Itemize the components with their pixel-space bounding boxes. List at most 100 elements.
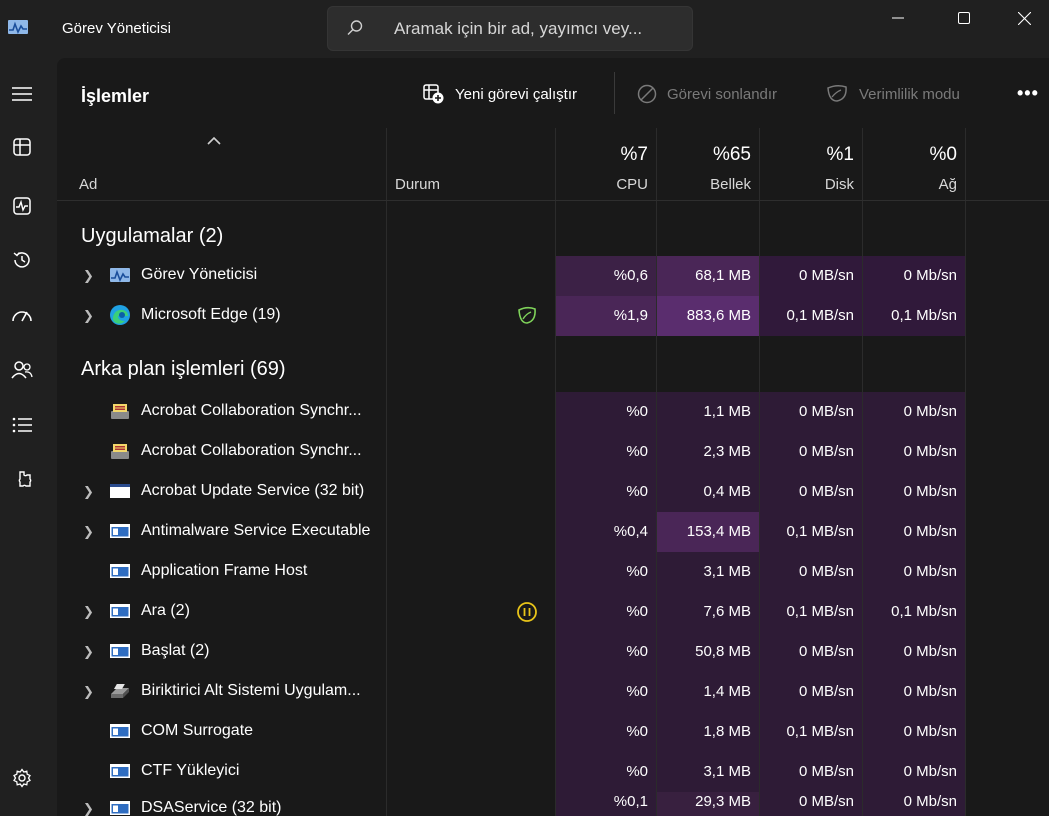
memory-value: 2,3 MB [703,443,751,460]
network-value: 0 Mb/sn [903,563,957,580]
process-name: Ara (2) [141,602,190,619]
more-options-button[interactable]: ••• [1017,83,1039,104]
memory-value: 68,1 MB [695,267,751,284]
app-window-icon [110,764,130,778]
expand-chevron-icon[interactable]: ❯ [83,524,94,540]
task-manager-icon [110,268,130,282]
printer-icon [111,684,129,698]
network-value: 0 Mb/sn [903,643,957,660]
navigation-pane [0,58,57,816]
memory-value: 29,3 MB [695,793,751,810]
users-icon [11,361,33,379]
column-header-network[interactable]: Ağ [939,176,957,193]
minimize-icon [892,17,904,19]
table-row[interactable]: ❯ Acrobat Update Service (32 bit) %0 0,4… [57,472,1049,512]
memory-value: 1,1 MB [703,403,751,420]
table-row[interactable]: COM Surrogate %0 1,8 MB 0,1 MB/sn 0 Mb/s… [57,712,1049,752]
process-name: Microsoft Edge (19) [141,306,281,323]
nav-processes[interactable] [8,133,36,161]
column-header-name[interactable]: Ad [79,176,97,193]
cpu-value: %0 [626,723,648,740]
performance-icon [13,197,31,215]
window-title: Görev Yöneticisi [62,20,171,37]
cpu-value: %0 [626,403,648,420]
page-title: İşlemler [81,86,150,106]
nav-users[interactable] [8,356,36,384]
expand-chevron-icon[interactable]: ❯ [83,268,94,284]
table-row[interactable]: ❯ Başlat (2) %0 50,8 MB 0 MB/sn 0 Mb/sn [57,632,1049,672]
expand-chevron-icon[interactable]: ❯ [83,484,94,500]
cpu-value: %1,9 [613,307,648,324]
table-row[interactable]: ❯ Microsoft Edge (19) %1,9 883,6 MB 0,1 … [57,296,1049,336]
table-row[interactable]: Acrobat Collaboration Synchr... %0 1,1 M… [57,392,1049,432]
end-task-button[interactable]: Görevi sonlandır [637,82,777,106]
table-row[interactable]: ❯ Antimalware Service Executable %0,4 15… [57,512,1049,552]
run-new-task-label: Yeni görevi çalıştır [455,85,578,103]
disk-value: 0 MB/sn [798,403,854,420]
disk-value: 0 MB/sn [798,443,854,460]
nav-details[interactable] [8,411,36,439]
search-icon [347,20,363,35]
table-row[interactable]: ❯ Ara (2) %0 7,6 MB 0,1 MB/sn 0,1 Mb/sn [57,592,1049,632]
column-header-cpu[interactable]: CPU [616,176,648,193]
close-button[interactable] [1000,0,1049,36]
maximize-button[interactable] [934,0,994,36]
nav-menu-button[interactable] [8,80,36,108]
app-window-icon [110,644,130,658]
table-row[interactable]: ❯ Görev Yöneticisi %0,6 68,1 MB 0 MB/sn … [57,256,1049,296]
sort-ascending-icon[interactable] [207,136,221,145]
maximize-icon [958,12,970,24]
process-name: Acrobat Collaboration Synchr... [141,402,362,419]
table-row[interactable]: Application Frame Host %0 3,1 MB 0 MB/sn… [57,552,1049,592]
search-box[interactable]: Aramak için bir ad, yayımcı vey... [327,6,693,51]
expand-chevron-icon[interactable]: ❯ [83,684,94,700]
app-window-icon [110,724,130,738]
cpu-value: %0 [626,683,648,700]
cpu-total: %7 [620,144,648,165]
efficiency-mode-button[interactable]: Verimlilik modu [825,82,960,106]
nav-performance[interactable] [8,192,36,220]
minimize-button[interactable] [868,0,928,36]
cpu-value: %0 [626,643,648,660]
efficiency-leaf-icon [518,306,536,324]
table-row[interactable]: ❯ DSAService (32 bit) %0,1 29,3 MB 0 MB/… [57,789,1049,816]
edge-icon [110,305,130,325]
expand-chevron-icon[interactable]: ❯ [83,308,94,324]
acrobat-sync-icon [111,444,129,459]
app-window-icon [110,604,130,618]
toolbar-divider [614,72,615,114]
memory-value: 1,8 MB [703,723,751,740]
expand-chevron-icon[interactable]: ❯ [83,604,94,620]
memory-value: 1,4 MB [703,683,751,700]
process-name: DSAService (32 bit) [141,799,282,816]
process-name: Acrobat Collaboration Synchr... [141,442,362,459]
memory-value: 153,4 MB [686,523,751,540]
expand-chevron-icon[interactable]: ❯ [83,644,94,660]
table-row[interactable]: Acrobat Collaboration Synchr... %0 2,3 M… [57,432,1049,472]
command-bar: İşlemler Yeni görevi çalıştır Görevi son… [57,58,1049,128]
process-name: COM Surrogate [141,722,254,739]
column-header-memory[interactable]: Bellek [710,176,751,193]
disk-value: 0,1 MB/sn [786,307,854,324]
nav-startup-apps[interactable] [8,301,36,329]
network-value: 0 Mb/sn [903,683,957,700]
table-row[interactable]: ❯ Biriktirici Alt Sistemi Uygulam... %0 … [57,672,1049,712]
disk-value: 0 MB/sn [798,683,854,700]
expand-chevron-icon[interactable]: ❯ [83,801,94,816]
process-name: Acrobat Update Service (32 bit) [141,482,365,499]
process-name: Antimalware Service Executable [141,522,371,539]
nav-settings[interactable] [8,764,36,792]
search-input[interactable]: Aramak için bir ad, yayımcı vey... [394,19,642,39]
memory-value: 0,4 MB [703,483,751,500]
group-header-apps[interactable]: Uygulamalar (2) [81,225,223,248]
column-header-status[interactable]: Durum [395,176,440,193]
table-row[interactable]: CTF Yükleyici %0 3,1 MB 0 MB/sn 0 Mb/sn [57,752,1049,792]
column-header-disk[interactable]: Disk [825,176,854,193]
app-history-icon [13,252,30,268]
run-new-task-button[interactable]: Yeni görevi çalıştır [423,82,577,106]
network-value: 0 Mb/sn [903,483,957,500]
nav-app-history[interactable] [8,246,36,274]
nav-services[interactable] [8,466,36,494]
network-value: 0 Mb/sn [903,403,957,420]
group-header-background[interactable]: Arka plan işlemleri (69) [81,358,286,381]
